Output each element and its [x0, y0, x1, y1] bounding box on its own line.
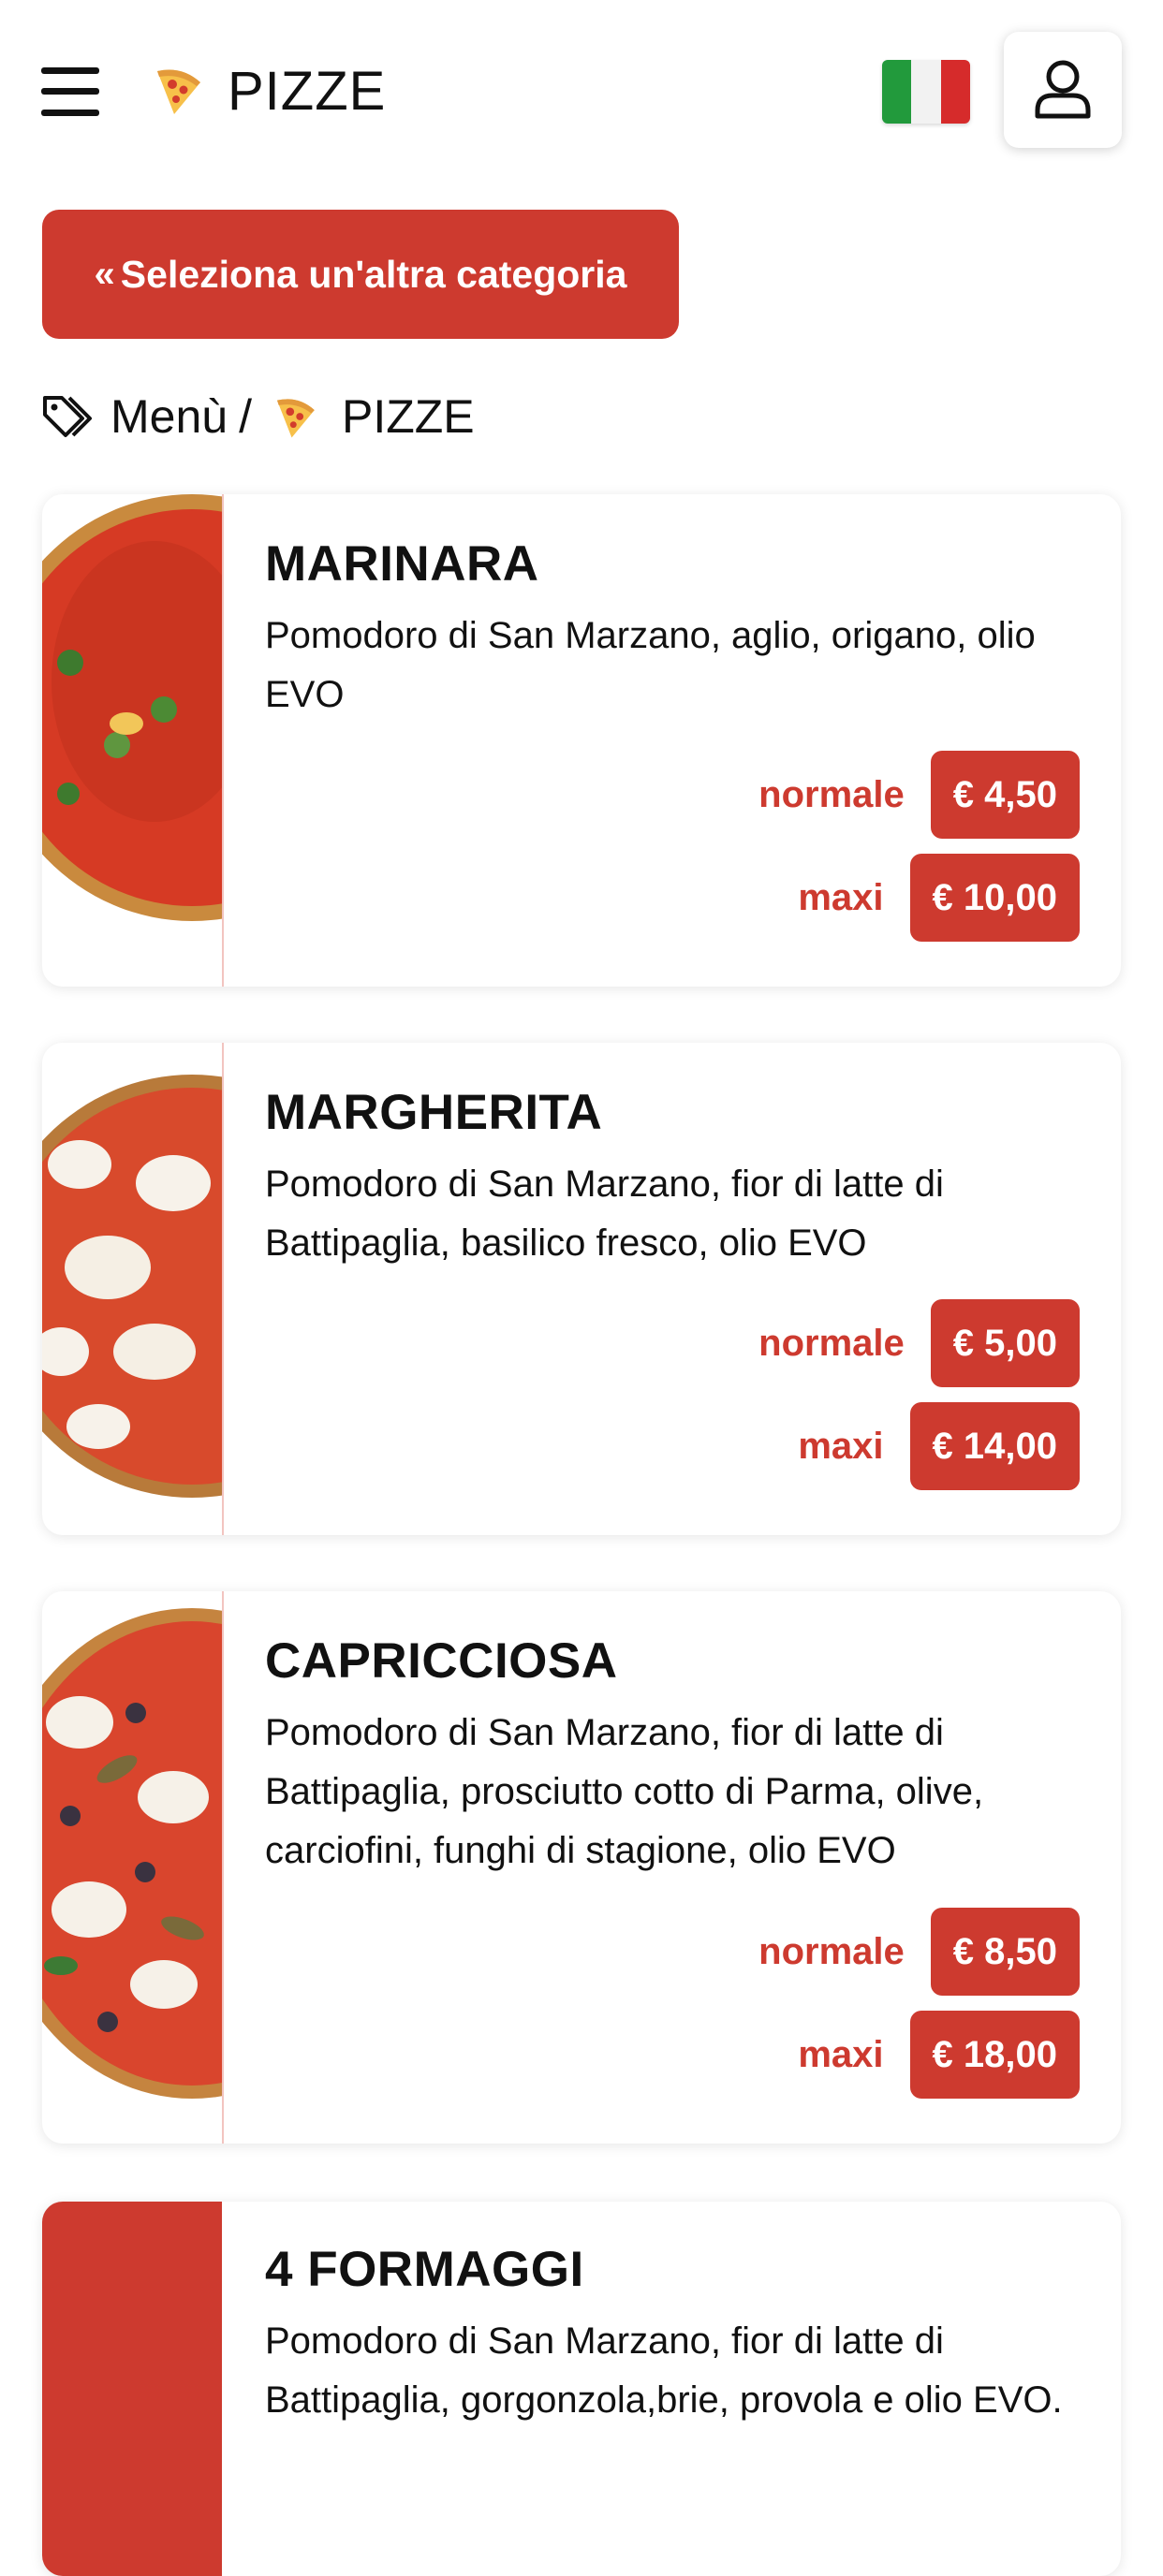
product-card-4-formaggi[interactable]: 4 FORMAGGI Pomodoro di San Marzano, fior… [42, 2202, 1121, 2576]
breadcrumb-menu-link[interactable]: Menù [110, 389, 228, 444]
size-label: maxi [798, 1425, 884, 1467]
price-row-normale: normale € 4,50 [758, 751, 1080, 839]
product-description: Pomodoro di San Marzano, fior di latte d… [265, 1712, 984, 1871]
pizza-slice-icon [276, 399, 315, 438]
product-description: Pomodoro di San Marzano, fior di latte d… [265, 1164, 944, 1264]
size-label: normale [758, 773, 905, 815]
price-button[interactable]: € 10,00 [909, 854, 1080, 942]
user-account-button[interactable] [1004, 32, 1122, 148]
price-button[interactable]: € 5,00 [930, 1299, 1080, 1387]
size-label: maxi [798, 876, 884, 918]
price-row-normale: normale € 8,50 [758, 1908, 1080, 1996]
product-card-margherita[interactable]: MARGHERITA Pomodoro di San Marzano, fior… [42, 1043, 1121, 1535]
price-row-maxi: maxi € 18,00 [798, 2011, 1080, 2099]
product-name: MARINARA [265, 536, 539, 592]
price-row-normale: normale € 5,00 [758, 1299, 1080, 1387]
select-other-category-button[interactable]: « Seleziona un'altra categoria [42, 210, 679, 339]
double-chevron-left-icon: « [94, 253, 115, 295]
size-label: normale [758, 1930, 905, 1972]
select-other-category-label: Seleziona un'altra categoria [120, 252, 627, 296]
tag-icon [43, 396, 92, 437]
breadcrumb-separator: / [239, 390, 252, 443]
page-title: PIZZE [228, 61, 387, 122]
hamburger-menu-icon[interactable] [41, 67, 99, 116]
product-name: MARGHERITA [265, 1085, 603, 1140]
price-row-maxi: maxi € 14,00 [798, 1402, 1080, 1490]
size-label: maxi [798, 2033, 884, 2075]
size-label: normale [758, 1322, 905, 1364]
price-button[interactable]: € 14,00 [909, 1402, 1080, 1490]
price-button[interactable]: € 4,50 [930, 751, 1080, 839]
product-card-capricciosa[interactable]: CAPRICCIOSA Pomodoro di San Marzano, fio… [42, 1591, 1121, 2144]
pizza-margherita-photo [42, 1043, 224, 1535]
product-description: Pomodoro di San Marzano, fior di latte d… [265, 2320, 1063, 2421]
breadcrumb: Menù / PIZZE [41, 384, 475, 449]
pizza-slice-icon [157, 69, 200, 114]
user-icon [1035, 60, 1091, 119]
price-button[interactable]: € 8,50 [930, 1908, 1080, 1996]
product-image-placeholder [42, 2202, 222, 2576]
top-header: PIZZE [0, 0, 1163, 187]
product-description: Pomodoro di San Marzano, aglio, origano,… [265, 615, 1036, 715]
pizza-marinara-photo [42, 494, 224, 987]
price-button[interactable]: € 18,00 [909, 2011, 1080, 2099]
breadcrumb-current: PIZZE [341, 390, 475, 443]
pizza-capricciosa-photo [42, 1591, 224, 2144]
product-card-marinara[interactable]: MARINARA Pomodoro di San Marzano, aglio,… [42, 494, 1121, 987]
product-name: CAPRICCIOSA [265, 1633, 618, 1689]
price-row-maxi: maxi € 10,00 [798, 854, 1080, 942]
product-name: 4 FORMAGGI [265, 2242, 584, 2297]
language-flag-italy[interactable] [882, 60, 970, 124]
